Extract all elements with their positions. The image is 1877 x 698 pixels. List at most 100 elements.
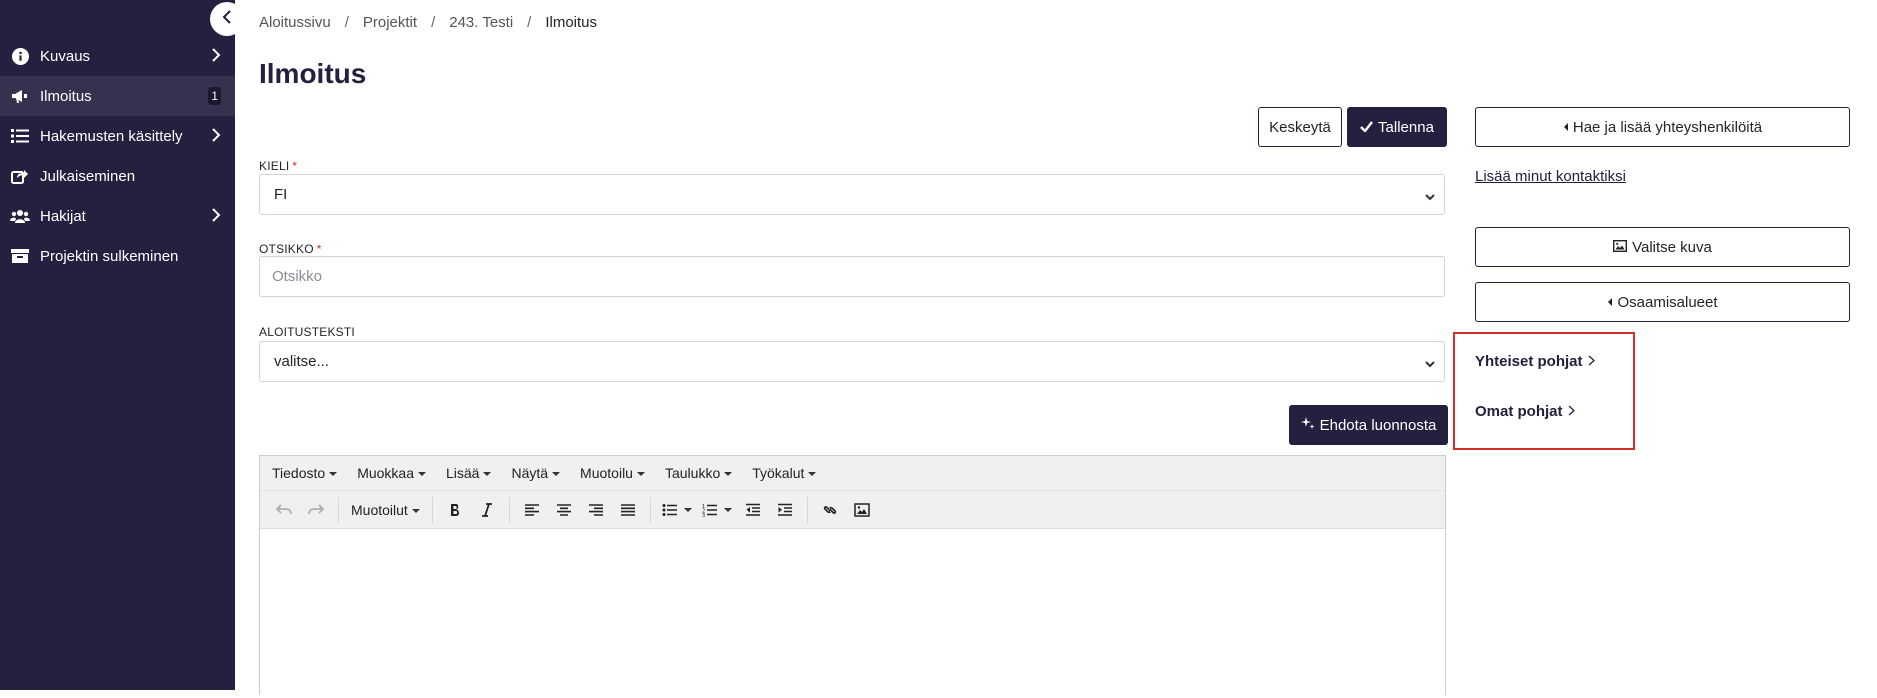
- menu-label: Muotoilu: [580, 465, 633, 481]
- language-select-value: FI: [274, 186, 288, 203]
- megaphone-icon: [10, 86, 30, 106]
- toolbar-divider: [338, 496, 339, 523]
- sidebar-nav: Kuvaus Ilmoitus 1 Hakemusten käsittely J…: [0, 36, 235, 276]
- editor-menubar: Tiedosto Muokkaa Lisää Näytä Muotoilu Ta…: [260, 456, 1445, 490]
- sidebar-item-julkaiseminen[interactable]: Julkaiseminen: [0, 156, 235, 196]
- choose-image-label: Valitse kuva: [1632, 238, 1712, 256]
- caret-down-icon: [808, 472, 817, 477]
- sidebar-item-kuvaus[interactable]: Kuvaus: [0, 36, 235, 76]
- bold-icon[interactable]: [439, 495, 471, 525]
- align-right-icon[interactable]: [580, 495, 612, 525]
- title-label-text: OTSIKKO: [259, 242, 314, 256]
- caret-down-icon: [418, 472, 426, 477]
- choose-image-button[interactable]: Valitse kuva: [1475, 227, 1850, 267]
- title-input[interactable]: Otsikko: [259, 256, 1445, 297]
- menu-table[interactable]: Taulukko: [664, 465, 733, 481]
- menu-format[interactable]: Muotoilu: [580, 465, 645, 481]
- breadcrumb-link[interactable]: Projektit: [363, 14, 417, 31]
- count-badge: 1: [208, 87, 221, 105]
- rich-text-editor: Tiedosto Muokkaa Lisää Näytä Muotoilu Ta…: [259, 455, 1446, 698]
- sidebar-item-hakijat[interactable]: Hakijat: [0, 196, 235, 236]
- menu-insert[interactable]: Lisää: [446, 465, 492, 481]
- chevron-down-icon: [1424, 189, 1436, 206]
- menu-edit[interactable]: Muokkaa: [357, 465, 426, 481]
- align-justify-icon[interactable]: [612, 495, 644, 525]
- sidebar-item-label: Kuvaus: [40, 47, 91, 65]
- language-label: KIELI *: [259, 159, 297, 173]
- bullet-list-icon[interactable]: [657, 495, 697, 525]
- align-center-icon[interactable]: [548, 495, 580, 525]
- check-icon: [1360, 119, 1373, 136]
- toolbar-divider: [508, 496, 510, 523]
- chevron-right-icon: [211, 128, 221, 146]
- sidebar-item-ilmoitus[interactable]: Ilmoitus 1: [0, 76, 235, 116]
- breadcrumb-current: Ilmoitus: [545, 14, 598, 31]
- editor-toolbar: Muotoilut 123: [260, 490, 1445, 528]
- sidebar-item-label: Hakemusten käsittely: [40, 127, 183, 145]
- own-templates-label: Omat pohjat: [1475, 403, 1563, 420]
- cancel-button[interactable]: Keskeytä: [1258, 107, 1342, 147]
- menu-view[interactable]: Näytä: [511, 465, 561, 481]
- suggest-draft-label: Ehdota luonnosta: [1319, 416, 1437, 434]
- menu-label: Näytä: [511, 465, 549, 481]
- chevron-right-icon: [211, 208, 221, 226]
- chevron-left-icon: [222, 9, 232, 29]
- language-select[interactable]: FI: [259, 174, 1445, 215]
- find-add-contacts-button[interactable]: Hae ja lisää yhteyshenkilöitä: [1475, 107, 1850, 147]
- caret-down-icon: [683, 507, 692, 512]
- chevron-right-icon: [1588, 353, 1595, 370]
- required-marker: *: [292, 159, 298, 173]
- add-me-as-contact-link[interactable]: Lisää minut kontaktiksi: [1475, 168, 1626, 185]
- breadcrumb-link[interactable]: Aloitussivu: [259, 14, 331, 31]
- menu-label: Tiedosto: [272, 465, 326, 481]
- caret-left-icon: [1607, 294, 1613, 311]
- toolbar-divider: [649, 496, 651, 523]
- indent-icon[interactable]: [769, 495, 801, 525]
- collapse-sidebar-button[interactable]: [210, 2, 244, 36]
- editor-content-area[interactable]: [260, 528, 1445, 698]
- users-icon: [10, 206, 30, 226]
- save-button[interactable]: Tallenna: [1347, 107, 1447, 147]
- required-marker: *: [316, 242, 322, 256]
- title-input-placeholder: Otsikko: [272, 268, 323, 285]
- templates-highlight-box: [1453, 332, 1635, 450]
- shared-templates-link[interactable]: Yhteiset pohjat: [1475, 353, 1595, 370]
- breadcrumb-link[interactable]: 243. Testi: [449, 14, 513, 31]
- chevron-right-icon: [211, 48, 221, 66]
- breadcrumb-separator: /: [344, 14, 349, 31]
- toolbar-divider: [431, 496, 433, 523]
- sidebar: Kuvaus Ilmoitus 1 Hakemusten käsittely J…: [0, 0, 235, 690]
- menu-label: Lisää: [446, 465, 480, 481]
- caret-down-icon: [483, 472, 492, 477]
- shared-templates-label: Yhteiset pohjat: [1475, 353, 1583, 370]
- italic-icon[interactable]: [471, 495, 503, 525]
- menu-tools[interactable]: Työkalut: [752, 465, 817, 481]
- caret-left-icon: [1563, 119, 1569, 136]
- redo-icon[interactable]: [300, 495, 332, 525]
- formats-dropdown[interactable]: Muotoilut: [345, 502, 426, 518]
- chevron-down-icon: [1424, 356, 1436, 373]
- breadcrumb-separator: /: [431, 14, 436, 31]
- link-icon[interactable]: [814, 495, 846, 525]
- menu-label: Taulukko: [664, 465, 721, 481]
- suggest-draft-button[interactable]: Ehdota luonnosta: [1289, 405, 1448, 445]
- sidebar-item-projektin-sulkeminen[interactable]: Projektin sulkeminen: [0, 236, 235, 276]
- sidebar-item-hakemusten-kasittely[interactable]: Hakemusten käsittely: [0, 116, 235, 156]
- svg-text:3: 3: [702, 513, 705, 517]
- numbered-list-icon[interactable]: 123: [697, 495, 737, 525]
- list-icon: [10, 126, 30, 146]
- image-icon[interactable]: [846, 495, 878, 525]
- sparkle-icon: [1300, 416, 1315, 434]
- expertise-areas-label: Osaamisalueet: [1617, 293, 1718, 311]
- menu-file[interactable]: Tiedosto: [272, 465, 338, 481]
- undo-icon[interactable]: [268, 495, 300, 525]
- outdent-icon[interactable]: [737, 495, 769, 525]
- expertise-areas-button[interactable]: Osaamisalueet: [1475, 282, 1850, 322]
- align-left-icon[interactable]: [516, 495, 548, 525]
- find-add-contacts-label: Hae ja lisää yhteyshenkilöitä: [1572, 118, 1763, 136]
- sidebar-item-label: Ilmoitus: [40, 87, 92, 105]
- menu-label: Työkalut: [752, 465, 805, 481]
- sidebar-item-label: Projektin sulkeminen: [40, 247, 179, 265]
- own-templates-link[interactable]: Omat pohjat: [1475, 403, 1575, 420]
- intro-select[interactable]: valitse...: [259, 341, 1445, 382]
